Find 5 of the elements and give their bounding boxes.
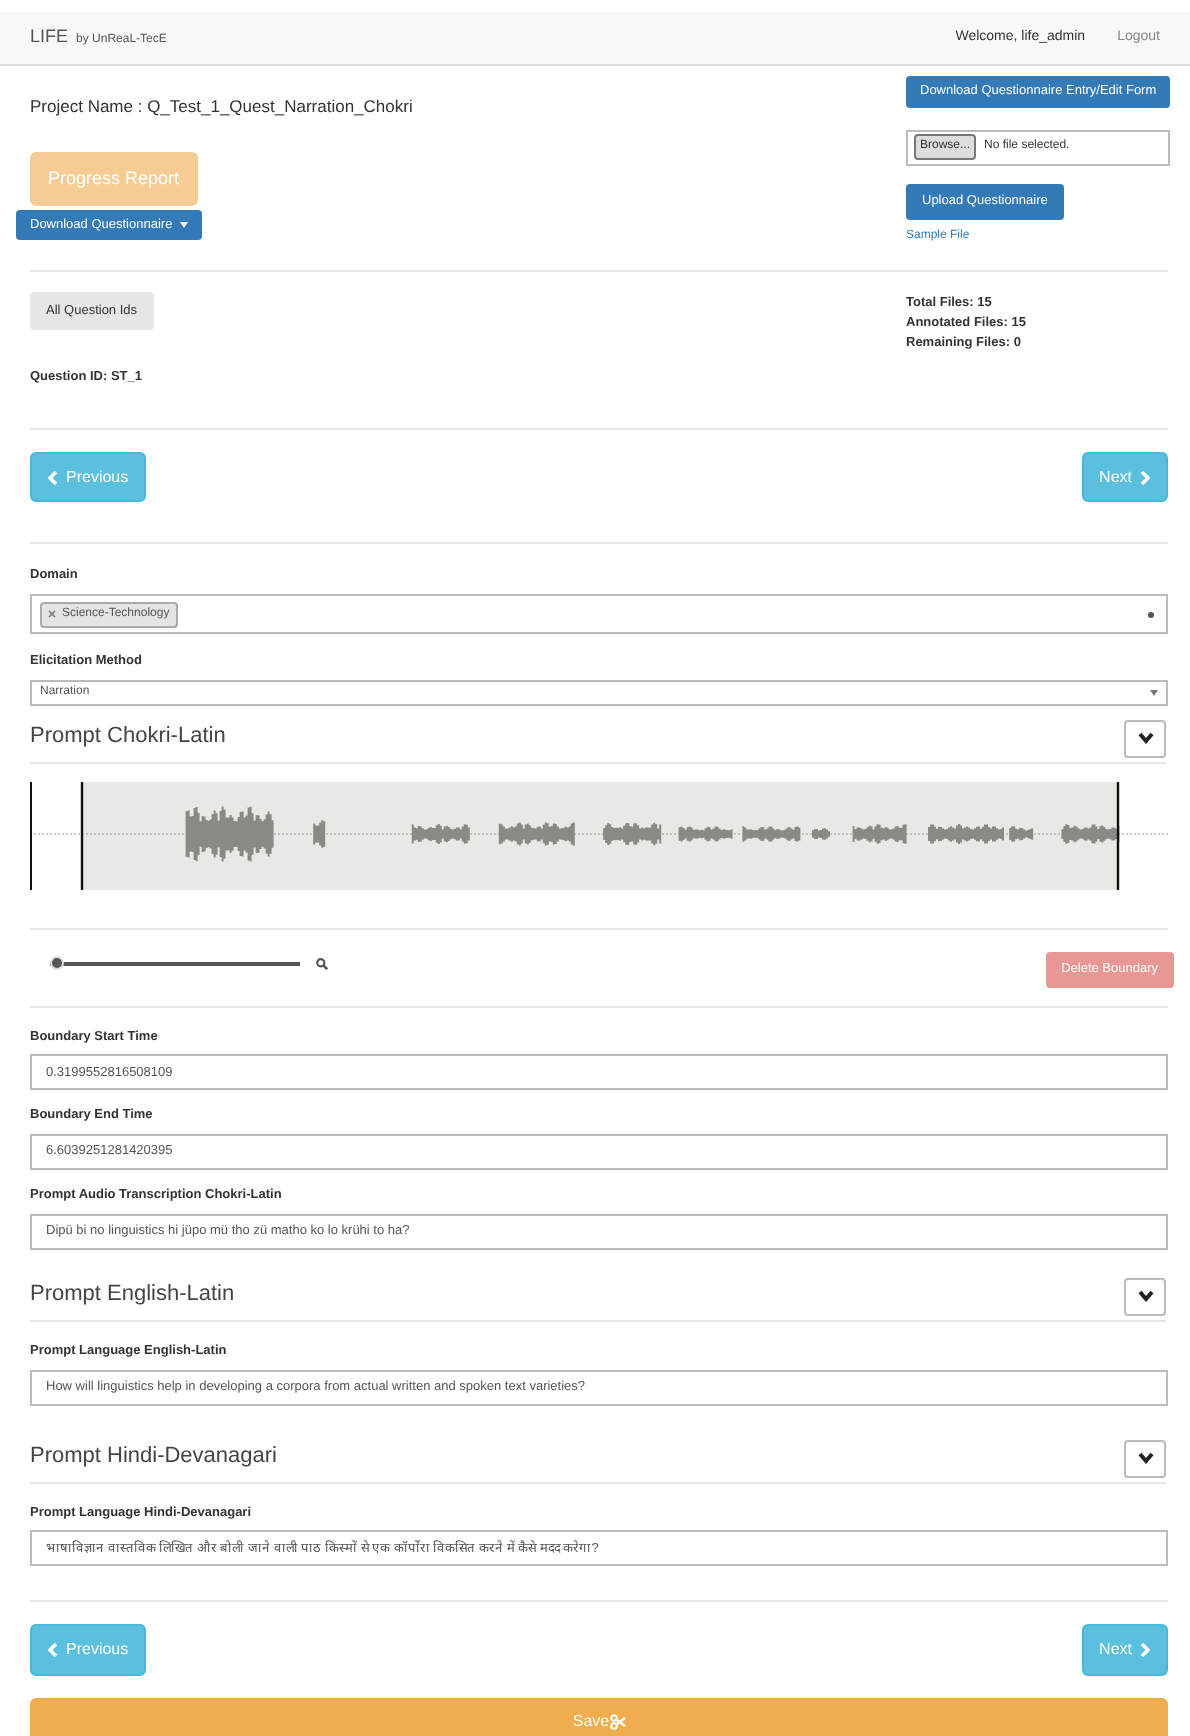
project-name: Project Name : Q_Test_1_Quest_Narration_Chokri xyxy=(30,94,413,120)
section-title: Prompt Hindi-Devanagari xyxy=(30,1441,277,1472)
section-title: Prompt English-Latin xyxy=(30,1279,235,1310)
brand-title[interactable]: LIFE xyxy=(30,24,69,52)
section-title: Prompt Chokri-Latin xyxy=(30,721,226,752)
